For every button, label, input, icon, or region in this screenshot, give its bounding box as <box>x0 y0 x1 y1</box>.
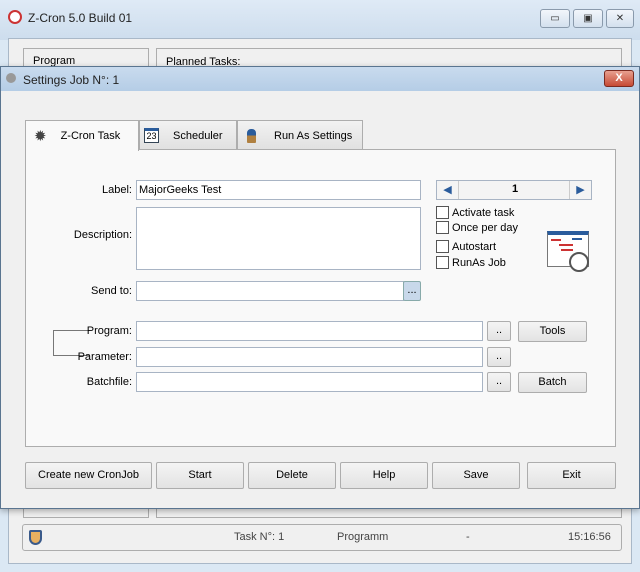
batchfile-input[interactable] <box>136 372 483 392</box>
gear-small-icon <box>6 73 16 83</box>
help-button[interactable]: Help <box>340 462 428 489</box>
close-main-button[interactable]: ✕ <box>606 9 634 28</box>
checkbox-label: RunAs Job <box>452 256 506 269</box>
app-icon <box>8 10 22 24</box>
status-type: Programm <box>337 531 389 543</box>
parameter-input[interactable] <box>136 347 483 367</box>
once-per-day-checkbox[interactable]: Once per day <box>436 221 518 234</box>
status-bar: Task N°: 1 Programm - 15:16:56 <box>22 524 622 551</box>
settings-dialog: Settings Job N°: 1 X ✹ Z-Cron Task 23 Sc… <box>0 66 640 509</box>
send-to-input[interactable] <box>136 281 404 301</box>
batch-button[interactable]: Batch <box>518 372 587 393</box>
user-icon <box>247 128 256 143</box>
window-title: Z-Cron 5.0 Build 01 <box>28 11 133 25</box>
maximize-button[interactable]: ▣ <box>573 9 603 28</box>
dialog-titlebar: Settings Job N°: 1 X <box>1 67 639 91</box>
tab-label: Run As Settings <box>274 129 353 142</box>
program-input[interactable] <box>136 321 483 341</box>
autostart-checkbox[interactable]: Autostart <box>436 240 496 253</box>
program-browse-button[interactable]: .. <box>487 321 511 341</box>
delete-button[interactable]: Delete <box>248 462 336 489</box>
send-to-browse-button[interactable]: ... <box>403 281 421 301</box>
parameter-label: Parameter: <box>77 351 132 363</box>
tab-run-as-settings[interactable]: Run As Settings <box>237 120 363 150</box>
batchfile-browse-button[interactable]: .. <box>487 372 511 392</box>
parameter-browse-button[interactable]: .. <box>487 347 511 367</box>
description-input[interactable] <box>136 207 421 270</box>
program-label: Program: <box>86 325 132 337</box>
tab-panel: Label: MajorGeeks Test Description: Send… <box>25 149 616 447</box>
activate-task-checkbox[interactable]: Activate task <box>436 206 514 219</box>
tools-button[interactable]: Tools <box>518 321 587 342</box>
checkbox-label: Once per day <box>452 221 519 234</box>
label-input[interactable]: MajorGeeks Test <box>136 180 421 200</box>
minimize-button[interactable]: ▭ <box>540 9 570 28</box>
status-task: Task N°: 1 <box>234 531 285 543</box>
tab-zcron-task[interactable]: ✹ Z-Cron Task <box>25 120 139 151</box>
calendar-icon: 23 <box>144 128 159 143</box>
runas-job-checkbox[interactable]: RunAs Job <box>436 256 506 269</box>
job-number: 1 <box>511 183 519 195</box>
checkbox-label: Activate task <box>452 206 515 219</box>
status-dash: - <box>466 531 470 543</box>
previous-job-button[interactable]: ◀ <box>437 181 459 199</box>
tab-scheduler[interactable]: 23 Scheduler <box>139 120 237 150</box>
schedule-calendar-icon <box>547 231 589 272</box>
send-to-label: Send to: <box>91 285 132 297</box>
save-button[interactable]: Save <box>432 462 520 489</box>
job-spinner: ◀ 1 ▶ <box>436 180 592 200</box>
next-job-button[interactable]: ▶ <box>569 181 591 199</box>
dialog-title: Settings Job N°: 1 <box>23 73 120 87</box>
start-button[interactable]: Start <box>156 462 244 489</box>
shield-icon <box>29 530 42 545</box>
label-label: Label: <box>102 184 132 196</box>
checkbox-label: Autostart <box>452 240 497 253</box>
description-label: Description: <box>73 229 132 241</box>
status-time: 15:16:56 <box>568 531 611 543</box>
tab-label: Z-Cron Task <box>60 130 121 142</box>
exit-button[interactable]: Exit <box>527 462 616 489</box>
dialog-close-button[interactable]: X <box>604 70 634 87</box>
batchfile-label: Batchfile: <box>86 376 132 388</box>
gear-icon: ✹ <box>34 128 47 145</box>
create-new-cronjob-button[interactable]: Create new CronJob <box>25 462 152 489</box>
tab-label: Scheduler <box>173 129 223 142</box>
